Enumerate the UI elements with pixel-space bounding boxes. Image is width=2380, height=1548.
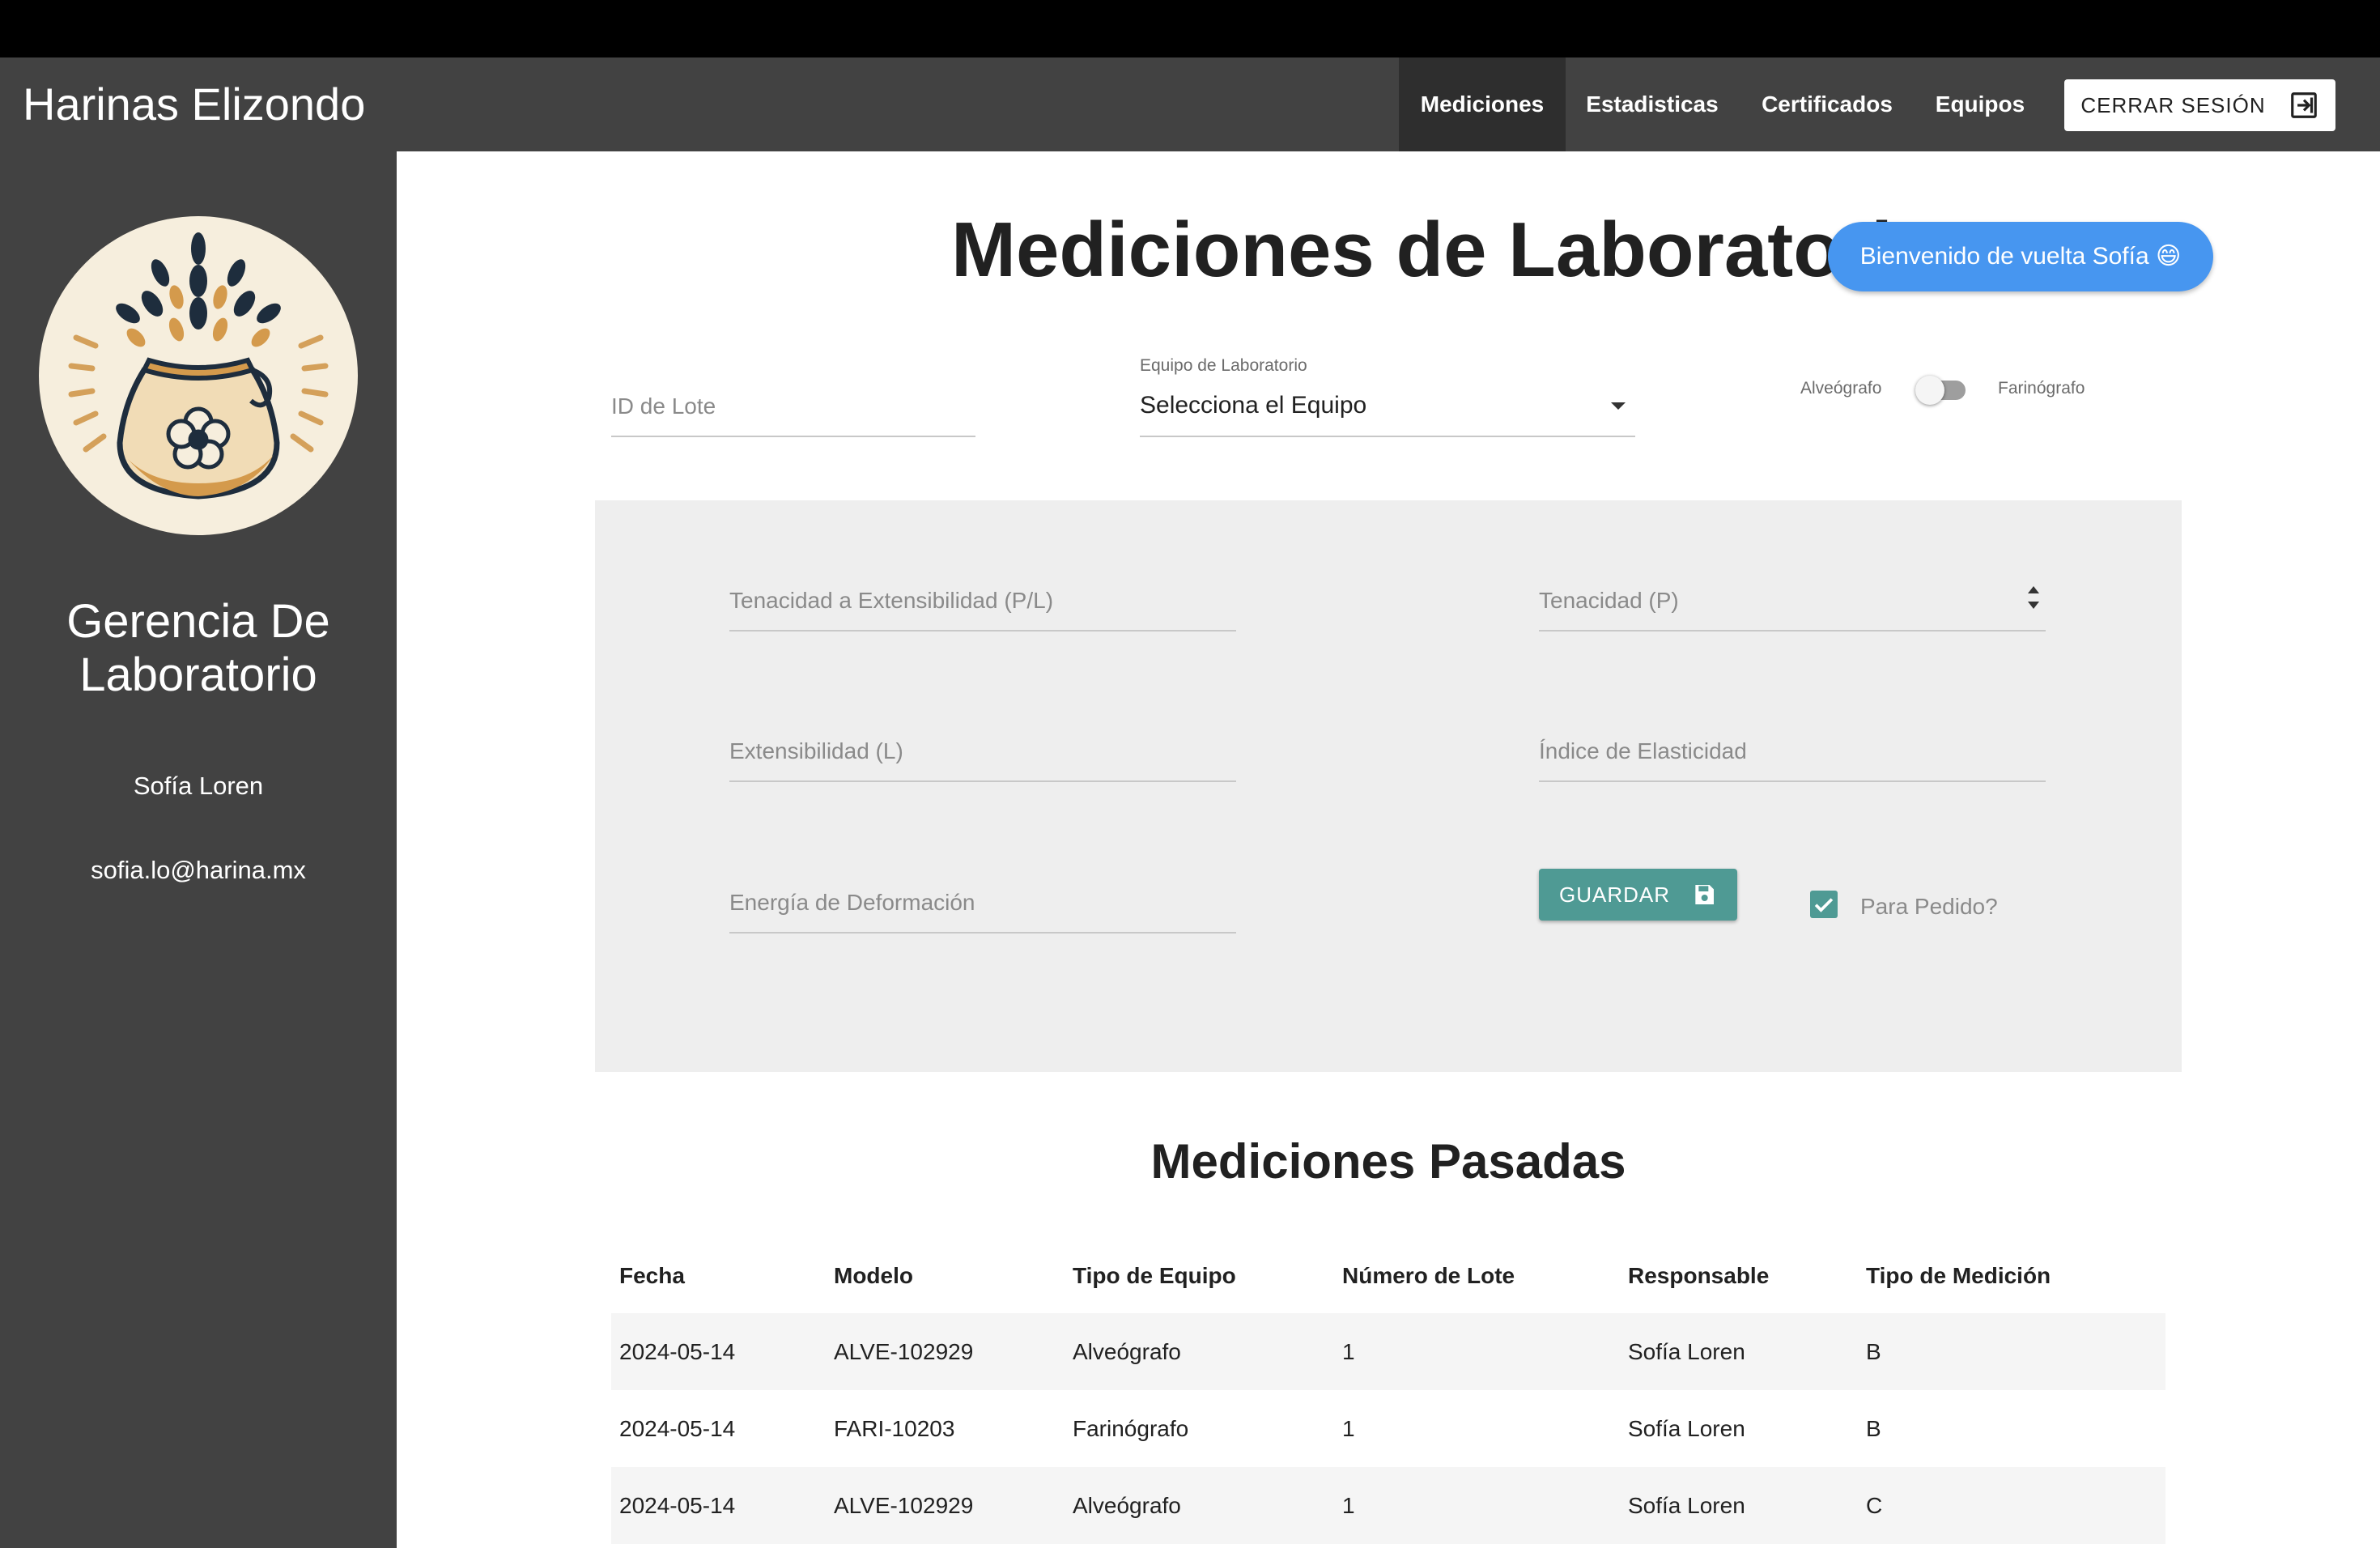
l-placeholder: Extensibilidad (L) [729,738,903,763]
lote-id-input[interactable]: ID de Lote [611,356,975,437]
w-placeholder: Energía de Deformación [729,890,975,915]
brand-title: Harinas Elizondo [23,79,366,130]
switch-label-farinografo: Farinógrafo [1998,379,2085,398]
table-row: 2024-05-14 FARI-10203 Farinógrafo 1 Sofí… [611,1390,2165,1467]
equipo-selected-value: Selecciona el Equipo [1140,392,1367,419]
nav-mediciones[interactable]: Mediciones [1399,57,1566,151]
exit-icon [2290,92,2317,118]
nav-equipos[interactable]: Equipos [1915,57,2045,151]
column-header: Modelo [834,1263,913,1288]
logout-button[interactable]: CERRAR SESIÓN [2064,79,2335,131]
switch-label-alveografo: Alveógrafo [1800,379,1882,398]
table-row: 2024-05-14 ALVE-102929 Alveógrafo 1 Sofí… [611,1313,2165,1390]
save-button[interactable]: GUARDAR [1539,869,1737,921]
table-cell: 2024-05-14 [619,1493,736,1518]
top-navbar: Harinas Elizondo Mediciones Estadisticas… [0,57,2380,151]
nav-certificados[interactable]: Certificados [1739,57,1915,151]
para-pedido-label: Para Pedido? [1860,894,1998,919]
table-cell: 1 [1342,1339,1355,1364]
user-email: sofia.lo@harina.mx [91,856,306,884]
page-title: Mediciones de Laboratorio [951,206,1940,293]
table-cell: 1 [1342,1416,1355,1441]
top-black-bar [0,0,2380,57]
history-table: Fecha Modelo Tipo de Equipo Número de Lo… [611,1239,2165,1544]
checkmark-icon [1814,898,1834,912]
sidebar: Gerencia De Laboratorio Sofía Loren sofi… [0,151,397,1548]
table-header: Fecha Modelo Tipo de Equipo Número de Lo… [611,1239,2165,1313]
department-title: Gerencia De Laboratorio [66,595,330,701]
switch-knob[interactable] [1915,376,1944,405]
table-cell: 2024-05-14 [619,1416,736,1441]
logout-label: CERRAR SESIÓN [2080,92,2266,117]
ie-input[interactable]: Índice de Elasticidad [1539,701,2046,782]
table-cell: B [1866,1339,1881,1364]
ie-placeholder: Índice de Elasticidad [1539,738,1747,763]
dropdown-caret-icon [1611,402,1626,410]
number-spinner-icon[interactable] [2028,586,2039,609]
table-cell: FARI-10203 [834,1416,955,1441]
w-input[interactable]: Energía de Deformación [729,853,1236,933]
table-cell: Alveógrafo [1073,1493,1181,1518]
floppy-disk-icon [1695,885,1714,904]
table-cell: ALVE-102929 [834,1493,974,1518]
table-row: 2024-05-14 ALVE-102929 Alveógrafo 1 Sofí… [611,1467,2165,1544]
equipo-label: Equipo de Laboratorio [1140,356,1307,375]
welcome-toast: Bienvenido de vuelta Sofía 😄 [1828,222,2213,291]
column-header: Fecha [619,1263,685,1288]
table-cell: Farinógrafo [1073,1416,1189,1441]
para-pedido-checkbox[interactable] [1810,891,1838,918]
equipo-select[interactable]: Equipo de Laboratorio Selecciona el Equi… [1140,356,1635,437]
flour-sack-logo-icon [39,216,358,535]
table-cell: Alveógrafo [1073,1339,1181,1364]
l-input[interactable]: Extensibilidad (L) [729,701,1236,782]
save-label: GUARDAR [1558,882,1670,907]
table-cell: Sofía Loren [1628,1493,1745,1518]
pl-input[interactable]: Tenacidad a Extensibilidad (P/L) [729,551,1236,632]
history-title: Mediciones Pasadas [1150,1134,1626,1189]
p-placeholder: Tenacidad (P) [1539,588,1679,613]
table-cell: Sofía Loren [1628,1416,1745,1441]
column-header: Tipo de Equipo [1073,1263,1236,1288]
column-header: Número de Lote [1342,1263,1515,1288]
table-cell: ALVE-102929 [834,1339,974,1364]
table-cell: 2024-05-14 [619,1339,736,1364]
table-cell: 1 [1342,1493,1355,1518]
column-header: Tipo de Medición [1866,1263,2051,1288]
nav-estadisticas[interactable]: Estadisticas [1566,57,1739,151]
lote-id-placeholder: ID de Lote [611,393,716,419]
user-name: Sofía Loren [133,772,264,800]
p-number-input[interactable]: Tenacidad (P) [1539,551,2046,632]
table-cell: C [1866,1493,1883,1518]
pl-placeholder: Tenacidad a Extensibilidad (P/L) [729,588,1054,613]
table-cell: Sofía Loren [1628,1339,1745,1364]
table-cell: B [1866,1416,1881,1441]
column-header: Responsable [1628,1263,1770,1288]
